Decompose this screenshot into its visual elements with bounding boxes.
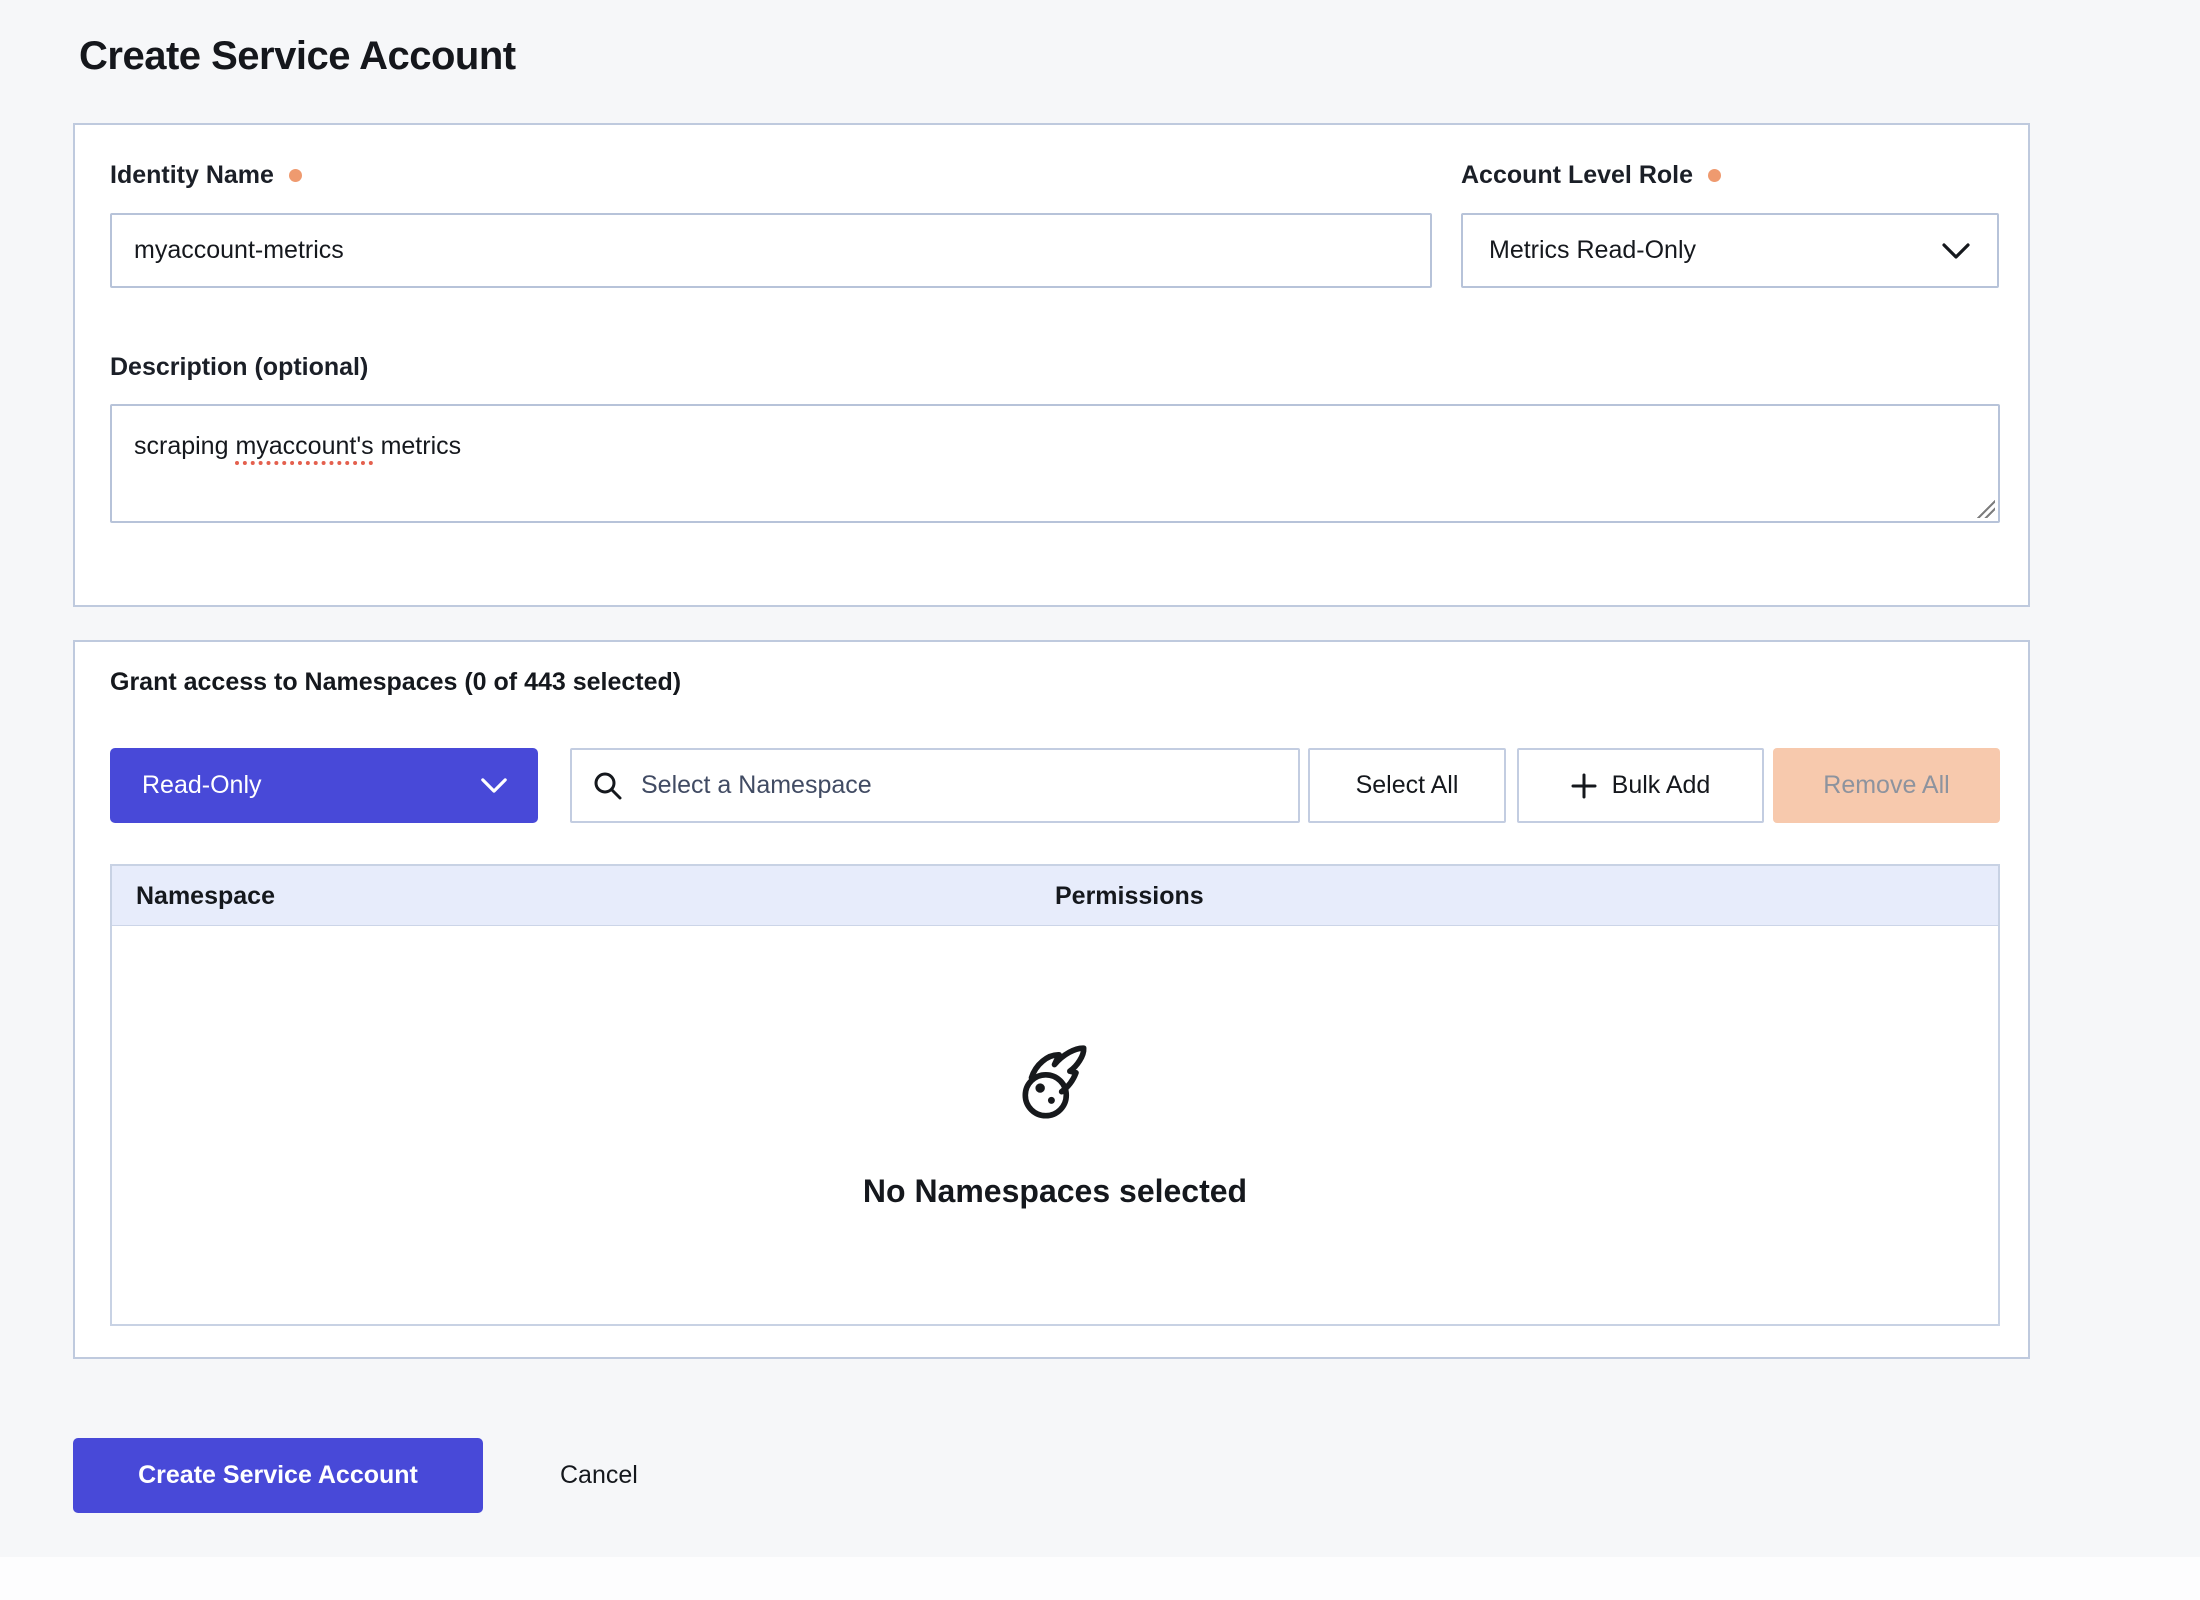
account-level-role-label-text: Account Level Role bbox=[1461, 161, 1693, 190]
namespaces-empty-state: No Namespaces selected bbox=[112, 926, 1998, 1324]
account-level-role-select[interactable]: Metrics Read-Only bbox=[1461, 213, 1999, 288]
column-header-permissions: Permissions bbox=[1055, 866, 1204, 926]
account-level-role-value: Metrics Read-Only bbox=[1489, 236, 1696, 265]
bottom-strip bbox=[0, 1557, 2200, 1600]
description-text-after: metrics bbox=[374, 432, 462, 460]
namespaces-table-header: Namespace Permissions bbox=[112, 866, 1998, 926]
create-service-account-button[interactable]: Create Service Account bbox=[73, 1438, 483, 1513]
chevron-down-icon bbox=[480, 777, 508, 794]
account-level-role-label: Account Level Role bbox=[1461, 161, 1721, 190]
identity-form-panel: Identity Name Account Level Role Metrics… bbox=[73, 123, 2030, 607]
required-dot-icon bbox=[1708, 169, 1721, 182]
identity-name-label-text: Identity Name bbox=[110, 161, 274, 190]
select-all-button[interactable]: Select All bbox=[1308, 748, 1506, 823]
namespace-role-value: Read-Only bbox=[142, 771, 262, 800]
cancel-label: Cancel bbox=[560, 1461, 638, 1490]
create-service-account-label: Create Service Account bbox=[138, 1461, 418, 1490]
namespace-role-dropdown[interactable]: Read-Only bbox=[110, 748, 538, 823]
namespaces-heading: Grant access to Namespaces (0 of 443 sel… bbox=[110, 668, 681, 697]
chevron-down-icon bbox=[1941, 242, 1971, 260]
bulk-add-label: Bulk Add bbox=[1612, 771, 1711, 800]
remove-all-button[interactable]: Remove All bbox=[1773, 748, 2000, 823]
empty-state-text: No Namespaces selected bbox=[863, 1173, 1247, 1210]
description-text-misspelled: myaccount's bbox=[235, 432, 373, 460]
namespace-search[interactable] bbox=[570, 748, 1300, 823]
required-dot-icon bbox=[289, 169, 302, 182]
description-text-before: scraping bbox=[134, 432, 235, 460]
remove-all-label: Remove All bbox=[1823, 771, 1949, 800]
cancel-button[interactable]: Cancel bbox=[550, 1438, 648, 1513]
description-textarea[interactable]: scraping myaccount's metrics bbox=[110, 404, 2000, 523]
page-title: Create Service Account bbox=[79, 34, 516, 79]
identity-name-input[interactable] bbox=[110, 213, 1432, 288]
identity-name-label: Identity Name bbox=[110, 161, 302, 190]
description-label-text: Description (optional) bbox=[110, 353, 368, 382]
select-all-label: Select All bbox=[1356, 771, 1459, 800]
bulk-add-button[interactable]: Bulk Add bbox=[1517, 748, 1764, 823]
search-icon bbox=[592, 770, 624, 802]
textarea-resize-handle-icon[interactable] bbox=[1976, 499, 1995, 518]
column-header-namespace: Namespace bbox=[136, 866, 275, 926]
description-label: Description (optional) bbox=[110, 353, 368, 382]
namespaces-panel: Grant access to Namespaces (0 of 443 sel… bbox=[73, 640, 2030, 1359]
namespace-search-input[interactable] bbox=[639, 770, 1278, 801]
namespaces-table: Namespace Permissions No Namespaces sele… bbox=[110, 864, 2000, 1326]
comet-icon bbox=[1012, 1041, 1098, 1127]
plus-icon bbox=[1571, 773, 1597, 799]
create-service-account-page: Create Service Account Identity Name Acc… bbox=[0, 0, 2200, 1600]
